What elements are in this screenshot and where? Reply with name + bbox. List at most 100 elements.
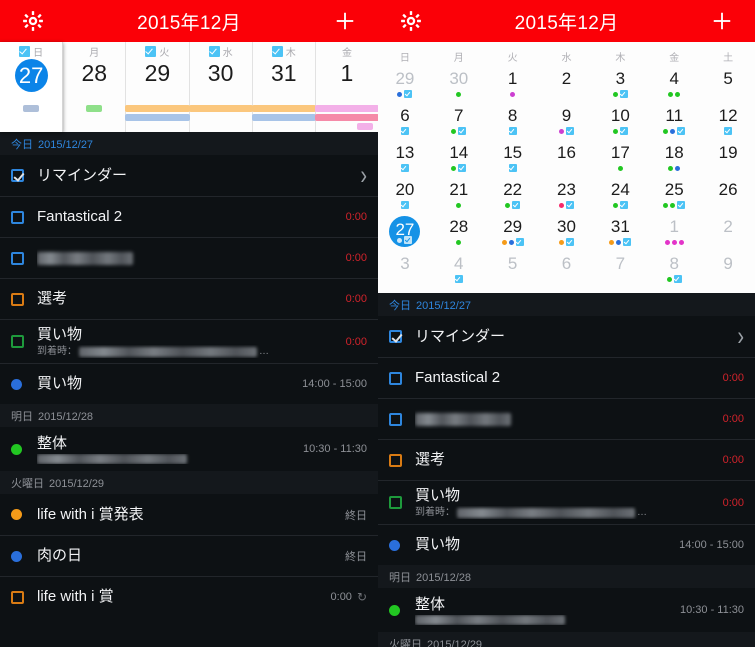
checkbox-icon[interactable]	[11, 292, 24, 306]
checkbox-icon[interactable]	[11, 251, 24, 265]
checkbox-icon[interactable]	[389, 453, 402, 467]
agenda-row[interactable]: life with i 賞発表 終日	[0, 494, 378, 535]
checkbox-icon[interactable]	[11, 335, 24, 348]
month-day-cell-30[interactable]: 30	[540, 213, 594, 250]
month-day-cell-29[interactable]: 29	[378, 65, 432, 102]
month-day-cell-12[interactable]: 12	[701, 102, 755, 139]
week-day-column-27[interactable]: 日 27	[0, 42, 64, 132]
month-day-cell-22[interactable]: 22	[486, 176, 540, 213]
month-day-cell-4[interactable]: 4	[432, 250, 486, 287]
month-grid[interactable]: 日月火水木金土 29 30 1 2 3 4 5 6 7 8 9 10 11 12 13 14 15 16 17 18 19…	[378, 42, 755, 293]
agenda-row[interactable]: 0:00	[0, 237, 378, 278]
week-day-column-28[interactable]: 月 28	[63, 42, 127, 132]
reminder-check-icon	[566, 127, 574, 135]
month-today-marker: 27	[389, 216, 421, 247]
agenda-row[interactable]: life with i 賞 0:00 ↻	[0, 576, 378, 617]
month-day-cell-28[interactable]: 28	[432, 213, 486, 250]
agenda-row[interactable]: 肉の日 終日	[0, 535, 378, 576]
month-day-cell-8[interactable]: 8	[486, 102, 540, 139]
week-strip[interactable]: 日 27 月 28 火 29 水 30 木 31 金 1	[0, 42, 378, 132]
checkbox-icon[interactable]	[389, 371, 402, 385]
agenda-list-right[interactable]: 今日 2015/12/27 リマインダー › Fantastical 2 0:00 0:00…	[378, 293, 755, 647]
week-day-column-29[interactable]: 火 29	[125, 42, 190, 132]
month-dow-label: 火	[507, 53, 518, 64]
month-day-cell-9[interactable]: 9	[701, 250, 755, 287]
checkbox-checked-icon[interactable]	[11, 169, 24, 182]
agenda-row[interactable]: 買い物 14:00 - 15:00	[378, 524, 755, 565]
agenda-row[interactable]: 選考 0:00	[378, 439, 755, 480]
checkbox-icon[interactable]	[11, 210, 24, 224]
agenda-row[interactable]: 買い物 到着時： … 0:00	[0, 319, 378, 363]
month-day-cell-21[interactable]: 21	[432, 176, 486, 213]
agenda-row[interactable]: 0:00	[378, 398, 755, 439]
week-day-column-30[interactable]: 水 30	[188, 42, 253, 132]
month-day-cell-6[interactable]: 6	[378, 102, 432, 139]
month-day-cell-2[interactable]: 2	[701, 213, 755, 250]
gear-icon[interactable]	[400, 10, 422, 32]
month-day-cell-7[interactable]: 7	[593, 250, 647, 287]
month-day-cell-1[interactable]: 1	[486, 65, 540, 102]
row-body: Fantastical 2	[415, 368, 715, 388]
event-title: 選考	[415, 451, 446, 468]
agenda-row[interactable]: 買い物 到着時： … 0:00	[378, 480, 755, 524]
agenda-row[interactable]: リマインダー ›	[0, 155, 378, 196]
agenda-list-left[interactable]: 今日 2015/12/27 リマインダー › Fantastical 2 0:00 0:00…	[0, 132, 378, 617]
agenda-row[interactable]: 選考 0:00	[0, 278, 378, 319]
month-day-cell-11[interactable]: 11	[647, 102, 701, 139]
checkbox-checked-icon[interactable]	[389, 330, 402, 343]
month-day-cell-15[interactable]: 15	[486, 139, 540, 176]
month-dow-label: 土	[723, 53, 734, 64]
month-day-cell-1[interactable]: 1	[647, 213, 701, 250]
plus-icon[interactable]	[711, 10, 733, 32]
agenda-row[interactable]: リマインダー ›	[378, 316, 755, 357]
month-day-cell-3[interactable]: 3	[378, 250, 432, 287]
month-day-cell-31[interactable]: 31	[593, 213, 647, 250]
month-day-dots	[486, 237, 540, 247]
month-day-cell-16[interactable]: 16	[540, 139, 594, 176]
month-day-dots	[378, 89, 432, 99]
month-day-cell-9[interactable]: 9	[540, 102, 594, 139]
month-day-cell-8[interactable]: 8	[647, 250, 701, 287]
agenda-row[interactable]: 買い物 14:00 - 15:00	[0, 363, 378, 404]
chevron-right-icon[interactable]: ›	[360, 162, 367, 189]
month-day-cell-18[interactable]: 18	[647, 139, 701, 176]
month-day-cell-19[interactable]: 19	[701, 139, 755, 176]
month-day-cell-3[interactable]: 3	[593, 65, 647, 102]
event-title: Fantastical 2	[37, 208, 123, 225]
month-day-cell-27[interactable]: 27	[378, 213, 432, 250]
month-day-dots	[593, 89, 647, 99]
checkbox-icon[interactable]	[389, 412, 402, 426]
month-day-cell-26[interactable]: 26	[701, 176, 755, 213]
month-day-cell-23[interactable]: 23	[540, 176, 594, 213]
row-body: 整体	[415, 595, 672, 625]
agenda-row[interactable]: 整体 10:30 - 11:30	[0, 427, 378, 471]
month-day-cell-4[interactable]: 4	[647, 65, 701, 102]
month-day-cell-24[interactable]: 24	[593, 176, 647, 213]
reminder-check-icon	[404, 236, 413, 244]
agenda-row[interactable]: Fantastical 2 0:00	[0, 196, 378, 237]
week-day-column-1[interactable]: 金1	[314, 42, 378, 132]
chevron-right-icon[interactable]: ›	[737, 323, 744, 350]
agenda-row[interactable]: 整体 10:30 - 11:30	[378, 588, 755, 632]
checkbox-icon[interactable]	[11, 590, 24, 604]
month-day-cell-13[interactable]: 13	[378, 139, 432, 176]
month-day-cell-30[interactable]: 30	[432, 65, 486, 102]
month-day-cell-7[interactable]: 7	[432, 102, 486, 139]
week-day-column-31[interactable]: 木 31	[251, 42, 316, 132]
month-day-cell-14[interactable]: 14	[432, 139, 486, 176]
month-day-cell-17[interactable]: 17	[593, 139, 647, 176]
gear-icon[interactable]	[22, 10, 44, 32]
month-day-cell-25[interactable]: 25	[647, 176, 701, 213]
month-day-cell-6[interactable]: 6	[540, 250, 594, 287]
month-day-cell-29[interactable]: 29	[486, 213, 540, 250]
month-day-cell-20[interactable]: 20	[378, 176, 432, 213]
event-time-text: 終日	[345, 509, 367, 522]
plus-icon[interactable]	[334, 10, 356, 32]
month-week-row: 6 7 8 9 10 11 12	[378, 102, 755, 139]
month-day-cell-5[interactable]: 5	[701, 65, 755, 102]
checkbox-icon[interactable]	[389, 496, 402, 509]
month-day-cell-10[interactable]: 10	[593, 102, 647, 139]
month-day-cell-2[interactable]: 2	[540, 65, 594, 102]
month-day-cell-5[interactable]: 5	[486, 250, 540, 287]
agenda-row[interactable]: Fantastical 2 0:00	[378, 357, 755, 398]
